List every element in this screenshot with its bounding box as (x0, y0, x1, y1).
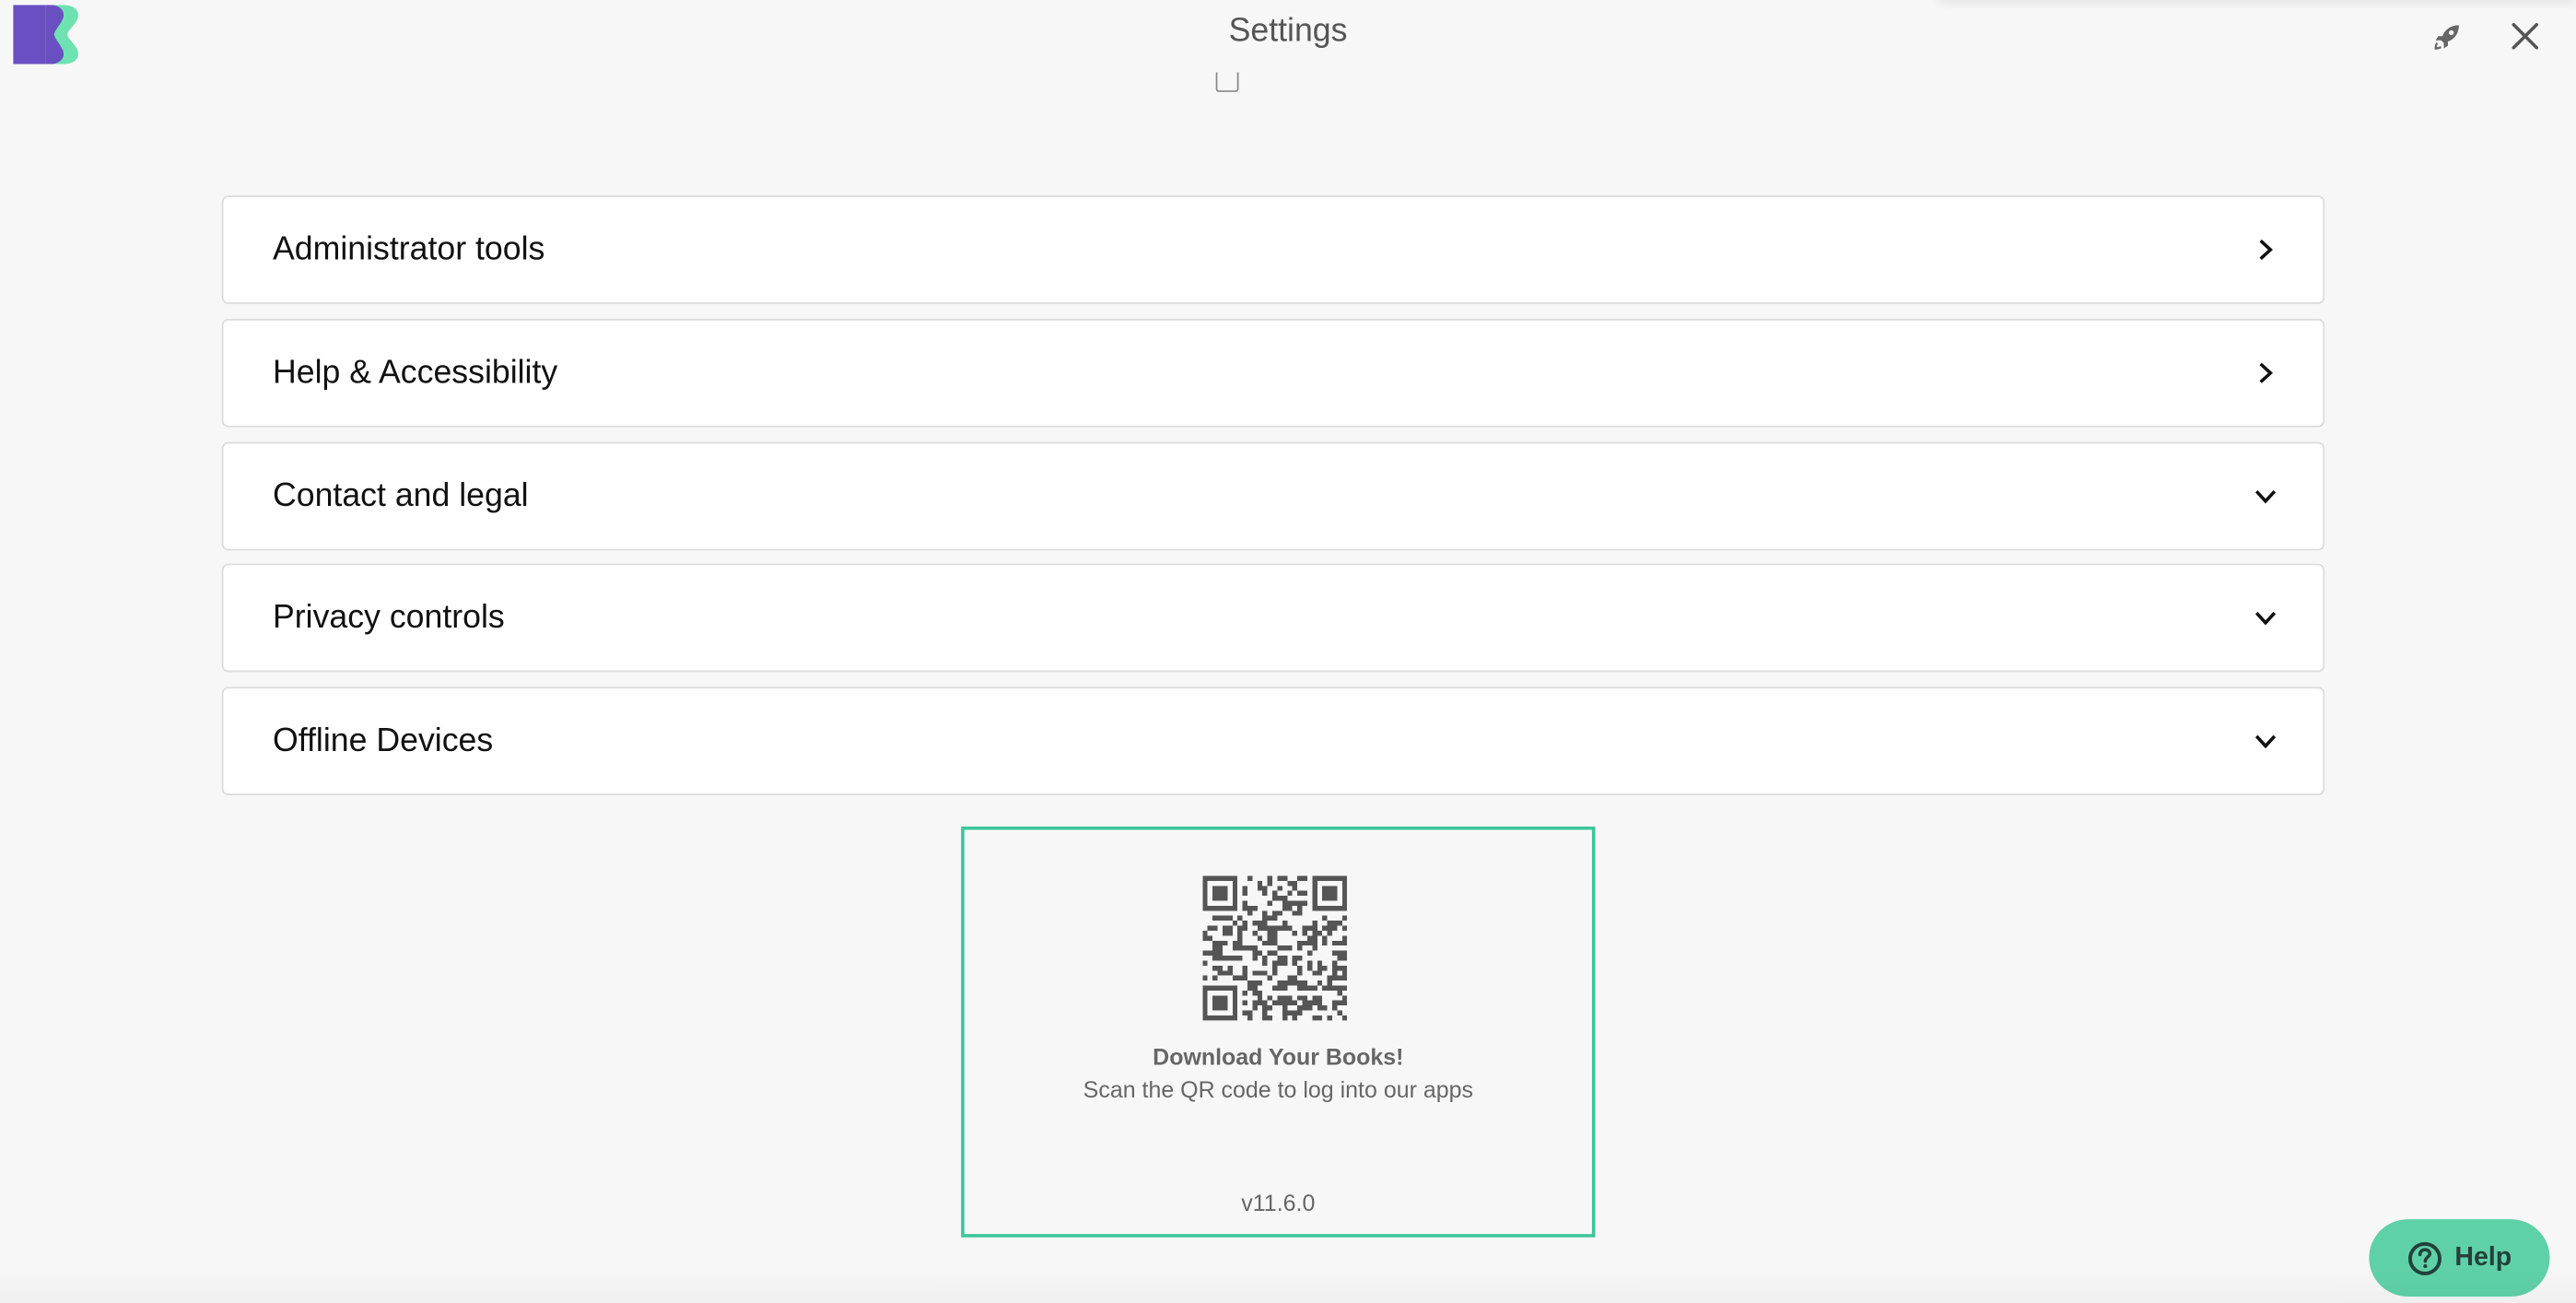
close-button[interactable] (2502, 13, 2548, 59)
rocket-icon (2434, 25, 2459, 50)
chevron-down-icon (2254, 489, 2277, 504)
top-bar: Settings (0, 0, 2576, 92)
section-privacy-controls[interactable]: Privacy controls (221, 563, 2325, 673)
qr-card-title: Download Your Books! (1153, 1043, 1404, 1070)
app-root: Settings Administrator tools Help & Acce… (0, 0, 2576, 1303)
qr-download-card: Download Your Books! Scan the QR code to… (961, 826, 1596, 1238)
section-administrator-tools[interactable]: Administrator tools (221, 195, 2325, 304)
section-help-accessibility[interactable]: Help & Accessibility (221, 318, 2325, 428)
section-contact-legal[interactable]: Contact and legal (221, 441, 2325, 551)
section-label: Help & Accessibility (273, 354, 558, 391)
chevron-down-icon (2254, 734, 2277, 749)
settings-page: Settings Administrator tools Help & Acce… (0, 0, 2576, 1303)
app-version: v11.6.0 (1241, 1190, 1316, 1216)
chevron-down-icon (2254, 611, 2277, 626)
chevron-right-icon (2259, 362, 2274, 383)
section-label: Administrator tools (273, 230, 545, 267)
qr-card-subtitle: Scan the QR code to log into our apps (1083, 1075, 1473, 1103)
page-title: Settings (1228, 13, 1348, 50)
section-label: Offline Devices (273, 722, 494, 758)
rocket-button[interactable] (2425, 13, 2471, 59)
close-icon (2512, 22, 2539, 50)
chevron-right-icon (2259, 239, 2274, 261)
section-offline-devices[interactable]: Offline Devices (221, 687, 2325, 796)
qr-code-icon (1202, 875, 1348, 1021)
bottom-shadow (0, 1265, 2576, 1303)
section-label: Privacy controls (273, 598, 505, 636)
section-label: Contact and legal (273, 477, 529, 514)
partially-hidden-checkbox[interactable] (1215, 72, 1239, 92)
